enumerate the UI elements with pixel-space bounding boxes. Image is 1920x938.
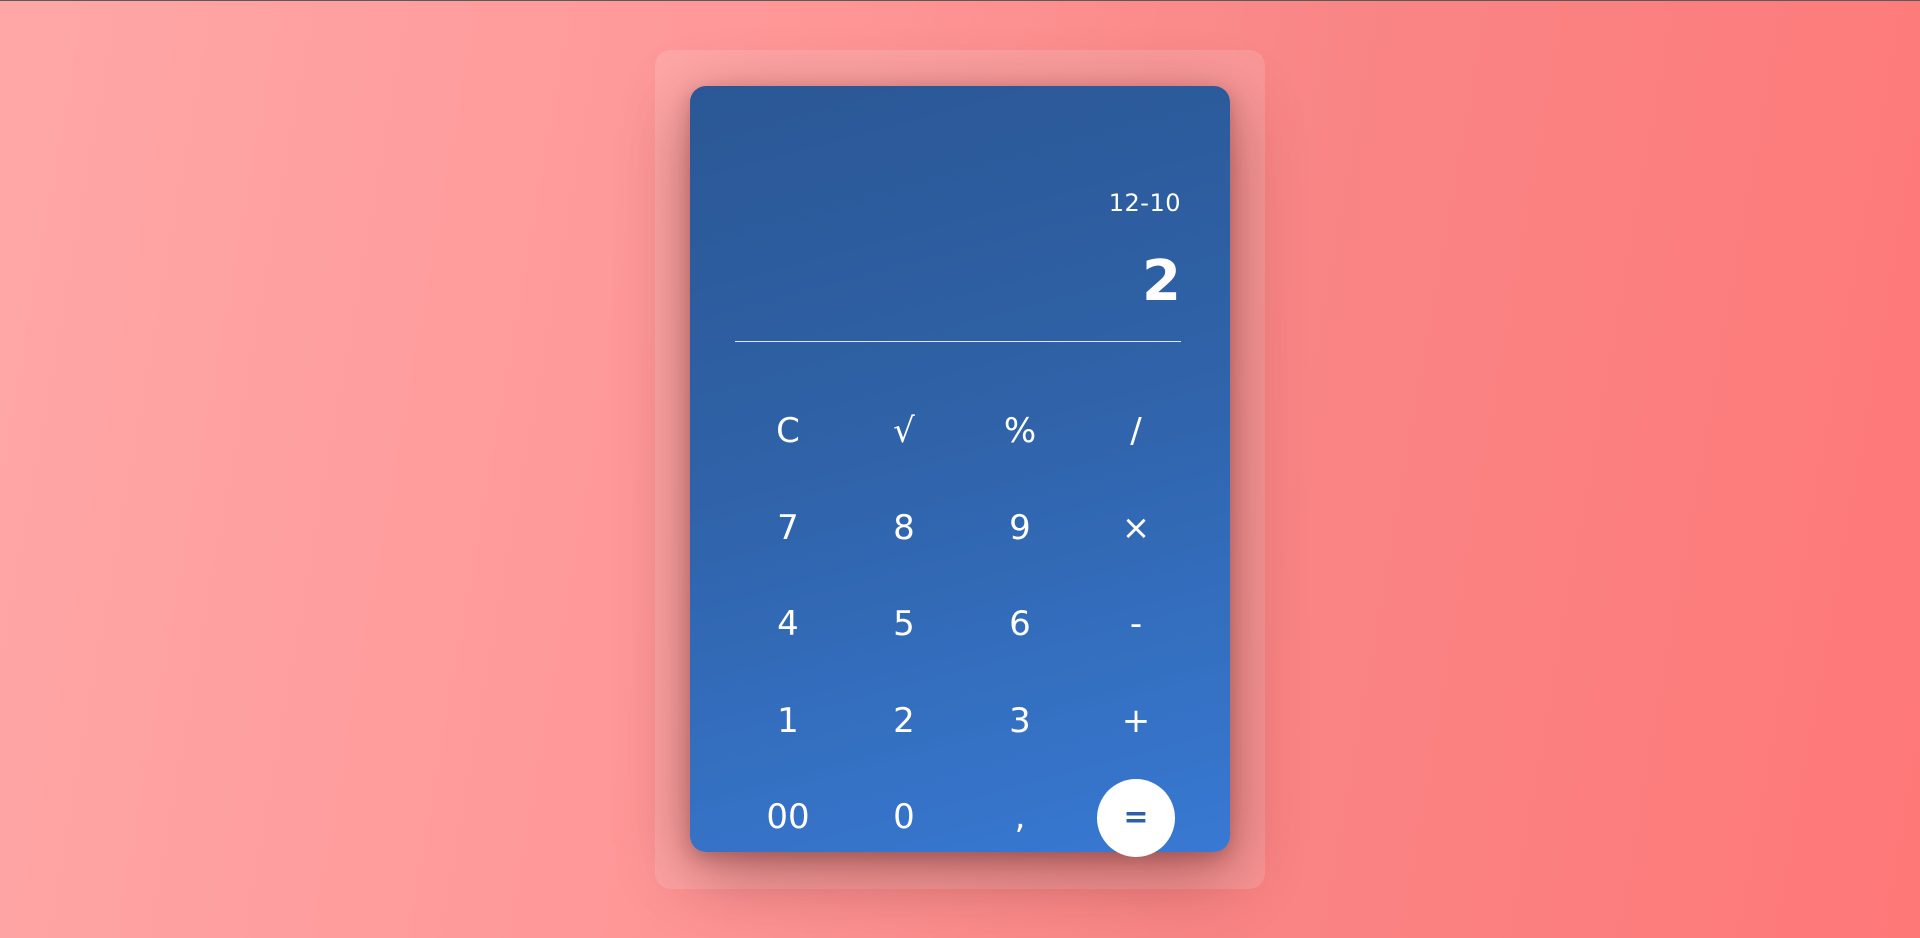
percent-key-label: % [1003,411,1037,451]
digit-0-key-label: 0 [893,797,915,837]
digit-6-key-label: 6 [1009,604,1031,644]
digit-9-key[interactable]: 9 [962,491,1078,588]
subtract-key-label: - [1129,604,1143,644]
divide-key[interactable]: / [1078,394,1194,491]
digit-7-key-label: 7 [777,507,799,548]
digit-3-key[interactable]: 3 [962,684,1078,781]
digit-3-key-label: 3 [1009,700,1031,741]
double-zero-key-label: 00 [766,797,810,837]
equals-key[interactable]: = [1078,779,1194,877]
multiply-key[interactable]: × [1078,491,1194,588]
digit-8-key[interactable]: 8 [846,491,962,588]
add-key-label: + [1121,700,1151,741]
digit-4-key[interactable]: 4 [730,587,846,684]
subtract-key[interactable]: - [1078,587,1194,684]
digit-0-key[interactable]: 0 [846,780,962,877]
display-divider [735,341,1181,342]
digit-1-key[interactable]: 1 [730,684,846,781]
digit-7-key[interactable]: 7 [730,491,846,588]
keypad: C √ % / 7 8 9 × 4 5 6 - 1 2 3 + 00 0 , = [730,394,1194,877]
clear-key-label: C [776,411,800,451]
digit-9-key-label: 9 [1009,507,1031,548]
percent-key[interactable]: % [962,394,1078,491]
result-display: 2 [1142,249,1181,314]
decimal-comma-key[interactable]: , [962,780,1078,877]
sqrt-key[interactable]: √ [846,394,962,491]
digit-6-key[interactable]: 6 [962,587,1078,684]
digit-2-key[interactable]: 2 [846,684,962,781]
double-zero-key[interactable]: 00 [730,780,846,877]
clear-key[interactable]: C [730,394,846,491]
sqrt-key-label: √ [893,411,915,451]
digit-1-key-label: 1 [777,700,799,741]
add-key[interactable]: + [1078,684,1194,781]
digit-8-key-label: 8 [893,507,915,548]
expression-display: 12-10 [1108,189,1181,217]
digit-5-key-label: 5 [893,604,915,644]
divide-key-label: / [1130,411,1142,451]
digit-5-key[interactable]: 5 [846,587,962,684]
digit-4-key-label: 4 [777,604,799,644]
top-border [0,0,1920,1]
equals-key-label: = [1123,800,1149,835]
decimal-comma-key-label: , [1014,797,1026,837]
digit-2-key-label: 2 [893,700,915,741]
calculator: 12-10 2 C √ % / 7 8 9 × 4 5 6 - 1 2 3 + … [690,86,1230,857]
equals-button-circle[interactable]: = [1097,779,1175,857]
multiply-key-label: × [1121,507,1151,548]
